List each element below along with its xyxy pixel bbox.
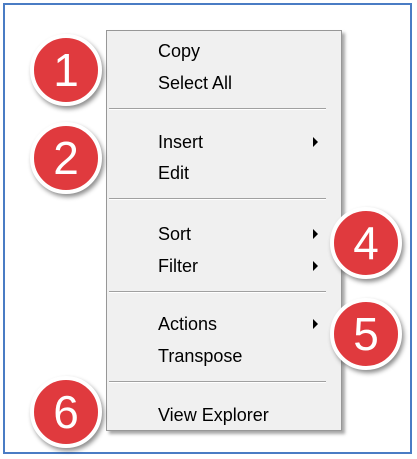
menu-item-select-all[interactable]: Select All [107,68,341,98]
submenu-arrow-icon [313,319,318,329]
callout-badge-1: 1 [30,34,102,106]
submenu-arrow-icon [313,137,318,147]
menu-item-label: Select All [158,73,233,93]
menu-item-label: Filter [158,256,198,276]
menu-separator [109,291,326,293]
menu-item-label: Insert [158,132,204,152]
menu-item-transpose[interactable]: Transpose [107,341,341,371]
callout-badge-2: 2 [30,122,102,194]
submenu-arrow-icon [313,229,318,239]
menu-item-copy[interactable]: Copy [107,36,341,66]
menu-item-label: Edit [158,163,190,183]
menu-item-view-explorer[interactable]: View Explorer [107,400,341,430]
callout-badge-4: 4 [330,207,402,279]
callout-badge-5: 5 [330,298,402,370]
menu-separator [109,198,326,200]
menu-item-actions[interactable]: Actions [107,309,341,339]
menu-separator [109,108,326,110]
submenu-arrow-icon [313,261,318,271]
callout-badge-6: 6 [30,376,102,448]
menu-item-label: Actions [158,314,218,334]
menu-item-insert[interactable]: Insert [107,127,341,157]
menu-item-edit[interactable]: Edit [107,158,341,188]
menu-item-filter[interactable]: Filter [107,251,341,281]
menu-separator [109,381,326,383]
menu-item-label: Copy [158,41,201,61]
menu-item-label: Transpose [158,346,243,366]
menu-item-sort[interactable]: Sort [107,219,341,249]
context-menu: Copy Select All Insert Edit Sort Filter … [106,30,342,431]
menu-item-label: View Explorer [158,405,269,425]
menu-item-label: Sort [158,224,192,244]
